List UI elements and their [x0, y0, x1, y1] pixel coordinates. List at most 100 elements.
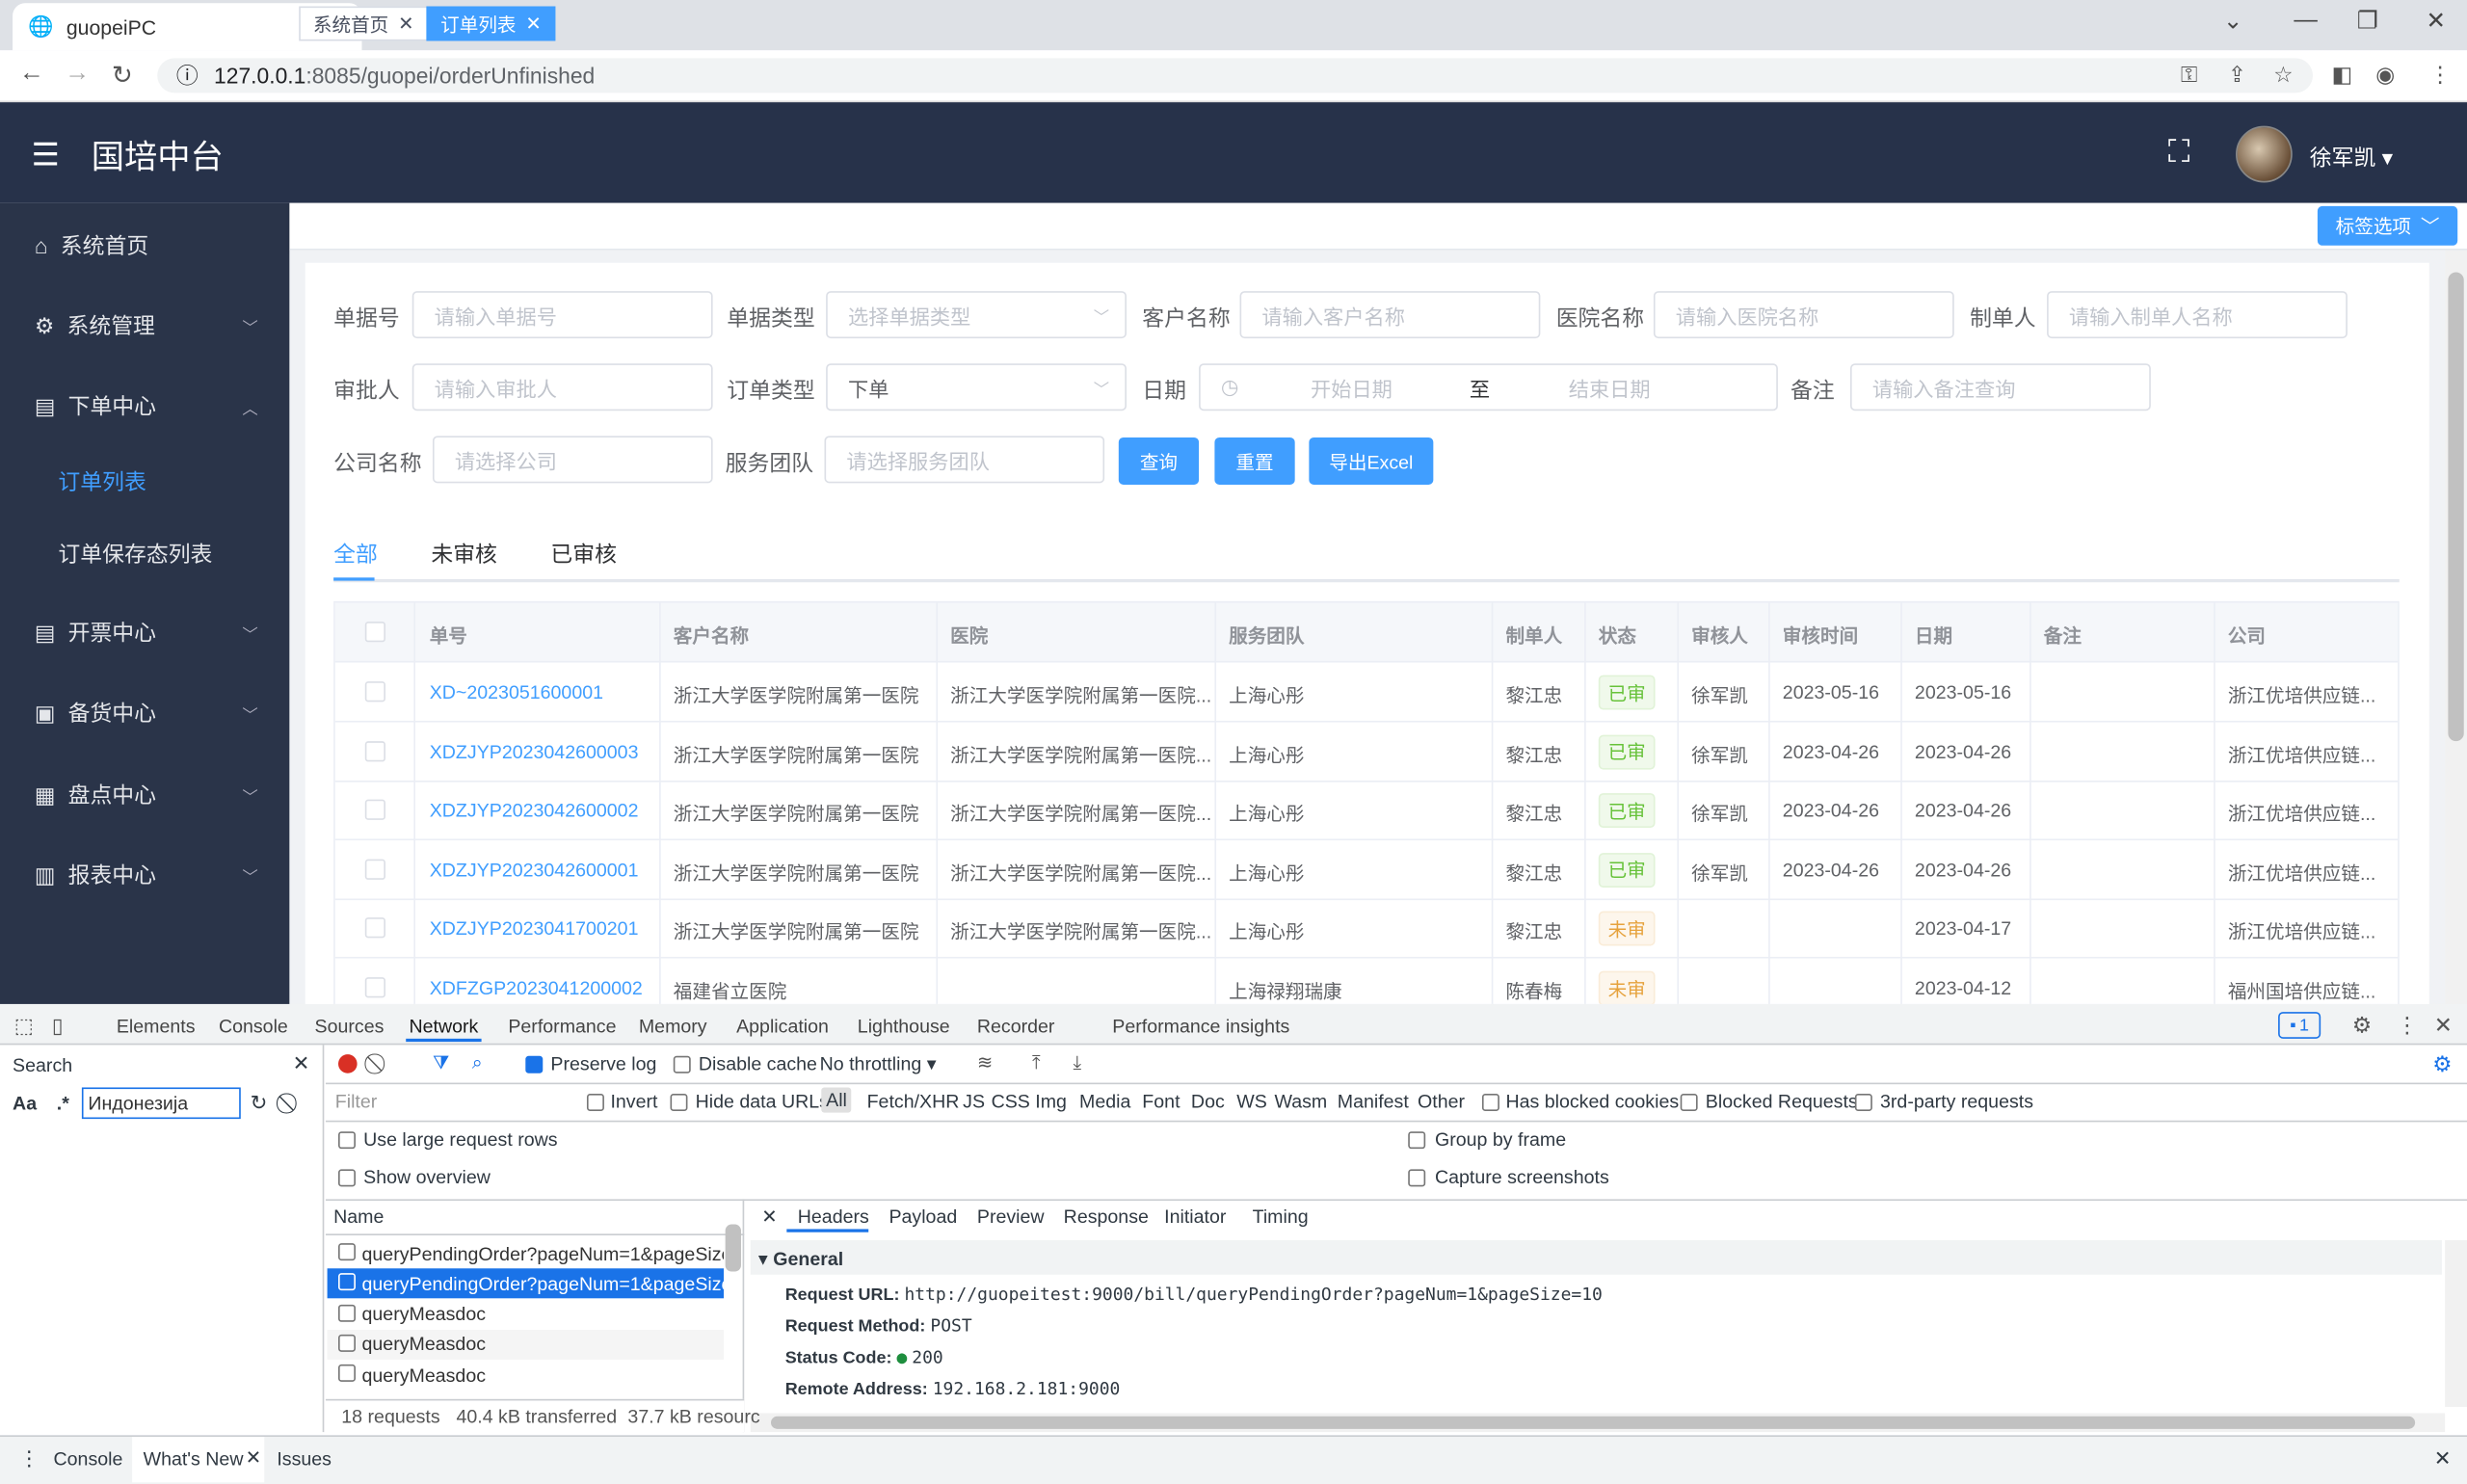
hamburger-icon[interactable]: ☰: [32, 135, 60, 174]
devtools-tab-elements[interactable]: Elements: [117, 1015, 196, 1037]
type-filter-ws[interactable]: WS: [1236, 1091, 1267, 1113]
match-case-toggle[interactable]: Aa: [13, 1092, 37, 1114]
details-tab-timing[interactable]: Timing: [1253, 1206, 1309, 1228]
devtools-tab-recorder[interactable]: Recorder: [977, 1015, 1055, 1037]
type-filter-doc[interactable]: Doc: [1191, 1091, 1225, 1113]
details-tab-payload[interactable]: Payload: [889, 1206, 957, 1228]
tag-options-button[interactable]: 标签选项 ﹀: [2317, 205, 2458, 246]
table-row[interactable]: XDZJYP2023042600002 浙江大学医学院附属第一医院 浙江大学医学院附…: [334, 781, 2399, 841]
devtools-tab-performance[interactable]: Performance: [508, 1015, 616, 1037]
request-row[interactable]: queryPendingOrder?pageNum=1&pageSize=1: [327, 1268, 725, 1299]
date-range-picker[interactable]: ◷ 开始日期 至 结束日期: [1199, 363, 1778, 411]
drawer-tab-whats-new[interactable]: What's New: [144, 1447, 244, 1470]
third-party-checkbox[interactable]: [1854, 1093, 1872, 1111]
sidebar-item-order-center[interactable]: ▤ 下单中心 ︿: [0, 367, 289, 446]
request-row[interactable]: queryMeasdoc: [327, 1329, 725, 1360]
request-checkbox[interactable]: [338, 1273, 356, 1291]
table-row[interactable]: XD~2023051600001 浙江大学医学院附属第一医院 浙江大学医学院附属第一…: [334, 663, 2399, 723]
type-filter-js[interactable]: JS: [963, 1091, 985, 1113]
sidebar-item-order-draft-list[interactable]: 订单保存态列表: [0, 515, 289, 594]
type-filter-fetch-xhr[interactable]: Fetch/XHR: [867, 1091, 960, 1113]
close-icon[interactable]: ✕: [525, 13, 541, 35]
drawer-tab-issues[interactable]: Issues: [277, 1447, 332, 1470]
sidebar-item-invoice[interactable]: ▤ 开票中心 ﹀: [0, 594, 289, 673]
request-row[interactable]: queryMeasdoc: [328, 1360, 724, 1390]
request-row[interactable]: queryPendingOrder?pageNum=1&pageSize=1: [328, 1238, 724, 1268]
sidebar-item-order-list[interactable]: 订单列表: [0, 442, 289, 521]
url-field[interactable]: ⓘ 127.0.0.1:8085/guopei/orderUnfinished: [157, 58, 2313, 93]
table-row[interactable]: XDZJYP2023042600003 浙江大学医学院附属第一医院 浙江大学医学院附…: [334, 722, 2399, 782]
devtools-tab-lighthouse[interactable]: Lighthouse: [858, 1015, 950, 1037]
devtools-close-icon[interactable]: ✕: [2434, 1012, 2453, 1039]
regex-toggle[interactable]: .*: [57, 1092, 69, 1114]
order-no-link[interactable]: XD~2023051600001: [430, 681, 666, 703]
close-window-button[interactable]: ✕: [2427, 7, 2447, 35]
share-icon[interactable]: ⇪: [2228, 62, 2246, 89]
order-no-link[interactable]: XDZJYP2023041700201: [430, 918, 666, 941]
tab-all[interactable]: 全部: [333, 539, 378, 570]
maker-input[interactable]: 请输入制单人名称: [2047, 291, 2348, 339]
date-start[interactable]: 开始日期: [1311, 372, 1393, 402]
devtools-tab-memory[interactable]: Memory: [639, 1015, 707, 1037]
restore-button[interactable]: ❐: [2357, 7, 2378, 35]
order-no-input[interactable]: 请输入单据号: [411, 291, 713, 339]
export-har-icon[interactable]: ⤓: [1073, 1051, 1081, 1074]
order-no-link[interactable]: XDZJYP2023042600001: [430, 859, 666, 881]
request-checkbox[interactable]: [338, 1365, 356, 1383]
sidebar-item-inventory[interactable]: ▦ 盘点中心 ﹀: [0, 755, 289, 835]
details-scrollbar[interactable]: [2445, 1239, 2467, 1407]
back-icon[interactable]: ←: [19, 60, 44, 88]
site-info-icon[interactable]: ⓘ: [176, 60, 199, 92]
capture-screenshots-checkbox[interactable]: [1408, 1169, 1426, 1187]
network-filter-input[interactable]: Filter: [329, 1089, 568, 1117]
sidebar-item-report[interactable]: ▥ 报表中心 ﹀: [0, 835, 289, 914]
table-row[interactable]: XDZJYP2023042600001 浙江大学医学院附属第一医院 浙江大学医学院附…: [334, 840, 2399, 900]
order-no-link[interactable]: XDZJYP2023042600003: [430, 741, 666, 763]
reset-button[interactable]: 重置: [1214, 437, 1295, 485]
network-settings-icon[interactable]: ⚙: [2432, 1051, 2453, 1078]
order-no-link[interactable]: XDZJYP2023042600002: [430, 800, 666, 822]
devtools-tab-performance-insights[interactable]: Performance insights: [1112, 1015, 1289, 1037]
profile-icon[interactable]: ◉: [2375, 62, 2395, 89]
inspect-icon[interactable]: ⬚: [14, 1014, 34, 1039]
row-checkbox[interactable]: [364, 681, 385, 702]
select-all-checkbox[interactable]: [364, 622, 385, 643]
hide-data-urls-checkbox[interactable]: [670, 1093, 688, 1111]
disable-cache-checkbox[interactable]: [673, 1055, 691, 1073]
order-no-link[interactable]: XDFZGP2023041200002: [430, 977, 666, 999]
search-close-icon[interactable]: ✕: [293, 1051, 310, 1076]
tag-orders[interactable]: 订单列表 ✕: [426, 6, 556, 41]
request-checkbox[interactable]: [338, 1304, 356, 1322]
team-select[interactable]: 请选择服务团队: [824, 436, 1105, 484]
blocked-cookies-checkbox[interactable]: [1481, 1093, 1499, 1111]
invert-checkbox[interactable]: [586, 1093, 604, 1111]
type-filter-other[interactable]: Other: [1418, 1091, 1465, 1113]
close-icon[interactable]: ✕: [398, 13, 413, 35]
settings-gear-icon[interactable]: ⚙: [2352, 1012, 2373, 1039]
fullscreen-icon[interactable]: ⛶: [2168, 135, 2190, 172]
details-tab-initiator[interactable]: Initiator: [1164, 1206, 1226, 1228]
sidepanel-icon[interactable]: ◧: [2332, 62, 2353, 89]
user-menu[interactable]: 徐军凯 ▾: [2310, 142, 2393, 173]
record-icon[interactable]: [338, 1054, 358, 1073]
group-by-frame-checkbox[interactable]: [1408, 1131, 1426, 1150]
menu-kebab-icon[interactable]: ⋮: [2429, 62, 2452, 89]
star-icon[interactable]: ☆: [2273, 62, 2294, 89]
row-checkbox[interactable]: [364, 859, 385, 880]
type-filter-font[interactable]: Font: [1142, 1091, 1180, 1113]
devtools-tab-application[interactable]: Application: [736, 1015, 829, 1037]
type-filter-all[interactable]: All: [821, 1087, 852, 1113]
details-tab-response[interactable]: Response: [1064, 1206, 1149, 1228]
devtools-tab-console[interactable]: Console: [219, 1015, 288, 1037]
type-filter-media[interactable]: Media: [1079, 1091, 1130, 1113]
tag-home[interactable]: 系统首页 ✕: [299, 6, 429, 41]
drawer-menu-icon[interactable]: ⋮: [19, 1446, 40, 1471]
row-checkbox[interactable]: [364, 917, 385, 939]
blocked-requests-checkbox[interactable]: [1680, 1093, 1698, 1111]
order-type-select[interactable]: 下单 ﹀: [826, 363, 1127, 411]
hospital-input[interactable]: 请输入医院名称: [1653, 291, 1954, 339]
page-scrollbar-thumb[interactable]: [2448, 272, 2464, 742]
query-button[interactable]: 查询: [1118, 437, 1200, 485]
type-filter-img[interactable]: Img: [1035, 1091, 1067, 1113]
details-tab-headers[interactable]: Headers: [798, 1206, 869, 1228]
